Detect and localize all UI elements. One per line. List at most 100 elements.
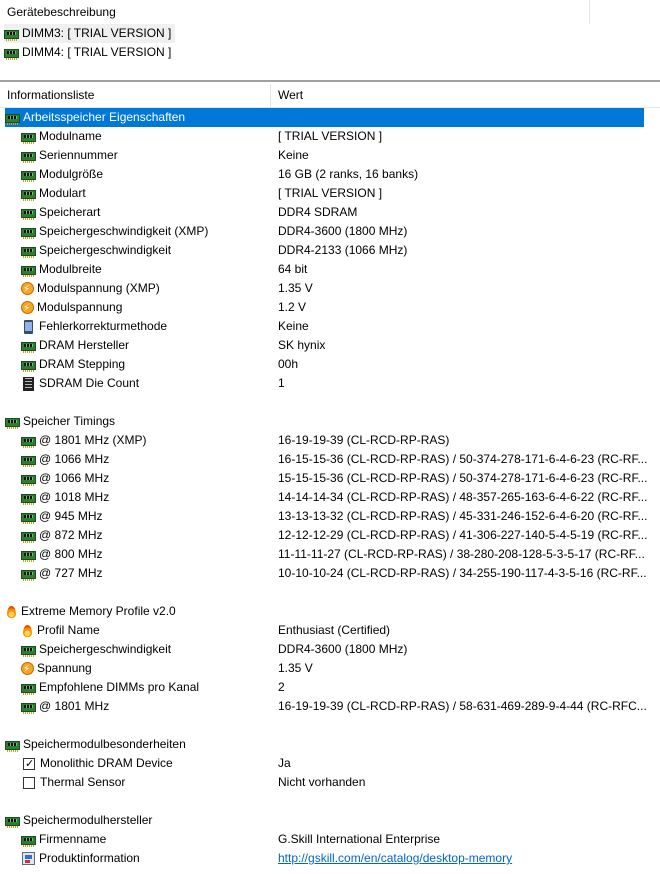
memory-module-icon [21,227,36,239]
device-item-dimm3[interactable]: DIMM3: [ TRIAL VERSION ] [4,24,176,43]
memory-module-icon [21,189,36,201]
memory-module-icon [21,645,36,657]
section-header[interactable]: Extreme Memory Profile v2.0 [0,602,660,621]
item-name: Modulgröße [39,167,104,181]
list-item[interactable]: Spannung 1.35 V [0,659,660,679]
list-item[interactable]: @ 1066 MHz 16-15-15-36 (CL-RCD-RP-RAS) / … [0,450,660,469]
list-item[interactable]: Modulname [ TRIAL VERSION ] [0,127,660,146]
item-name-cell: Modulart [21,184,86,203]
list-item[interactable]: Modulart [ TRIAL VERSION ] [0,184,660,203]
list-item[interactable]: Speichergeschwindigkeit DDR4-2133 (1066 M… [0,241,660,260]
panel-splitter[interactable] [0,80,660,82]
product-info-link[interactable]: http://gskill.com/en/catalog/desktop-mem… [278,849,660,868]
section-title: Speichermodulbesonderheiten [23,737,186,751]
list-item[interactable]: Fehlerkorrekturmethode Keine [0,317,660,336]
section-header[interactable]: Arbeitsspeicher Eigenschaften [0,108,660,127]
list-item[interactable]: @ 1801 MHz 16-19-19-39 (CL-RCD-RP-RAS) / … [0,697,660,716]
item-name: Empfohlene DIMMs pro Kanal [39,680,200,694]
ecc-icon [24,319,33,334]
list-item[interactable]: Speichergeschwindigkeit DDR4-3600 (1800 M… [0,640,660,659]
item-name-cell: Modulname [21,127,102,146]
list-item[interactable]: @ 727 MHz 10-10-10-24 (CL-RCD-RP-RAS) / 3… [0,564,660,583]
list-item[interactable]: @ 1018 MHz 14-14-14-34 (CL-RCD-RP-RAS) / … [0,488,660,507]
item-name-cell: Speichergeschwindigkeit [21,640,171,659]
section-header[interactable]: Speicher Timings [0,412,660,431]
flame-icon [21,624,34,638]
list-item[interactable]: @ 872 MHz 12-12-12-29 (CL-RCD-RP-RAS) / 4… [0,526,660,545]
item-value: 14-14-14-34 (CL-RCD-RP-RAS) / 48-357-265… [278,490,648,504]
item-name-cell: Modulbreite [21,260,102,279]
flame-icon [5,605,18,619]
item-name: Modulbreite [39,262,102,276]
item-name-cell: Firmenname [21,830,106,849]
item-name: Fehlerkorrekturmethode [39,319,168,333]
checkbox-checked-icon[interactable] [23,755,35,774]
memory-module-icon [5,113,20,125]
voltage-icon [21,280,34,299]
list-item[interactable]: Seriennummer Keine [0,146,660,165]
item-name: Speicherart [39,205,101,219]
list-item[interactable]: Monolithic DRAM Device Ja [0,754,660,774]
item-value: 12-12-12-29 (CL-RCD-RP-RAS) / 41-306-227… [278,528,648,542]
memory-module-icon [21,531,36,543]
item-name-cell: @ 1801 MHz [21,697,109,716]
checkbox-unchecked-icon[interactable] [23,776,35,789]
memory-module-icon [4,48,19,60]
list-item[interactable]: @ 800 MHz 11-11-11-27 (CL-RCD-RP-RAS) / 3… [0,545,660,564]
list-item[interactable]: DRAM Hersteller SK hynix [0,336,660,355]
item-name: Modulspannung [37,300,123,314]
list-item[interactable]: Speicherart DDR4 SDRAM [0,203,660,222]
section-header[interactable]: Speichermodulbesonderheiten [0,735,660,754]
item-value: 11-11-11-27 (CL-RCD-RP-RAS) / 38-280-208… [278,547,645,561]
item-name: Speichergeschwindigkeit [39,243,172,257]
item-name-cell: Speichergeschwindigkeit (XMP) [21,222,208,241]
device-description-panel: Gerätebeschreibung DIMM3: [ TRIAL VERSIO… [0,0,660,80]
section-name-cell: Extreme Memory Profile v2.0 [5,602,176,621]
list-item[interactable]: @ 1801 MHz (XMP) 16-19-19-39 (CL-RCD-RP-R… [0,431,660,450]
item-name-cell: DRAM Stepping [21,355,125,374]
memory-module-icon [21,512,36,524]
column-header-separator[interactable] [270,84,271,107]
section-name-cell: Speichermodulbesonderheiten [5,735,186,754]
column-header-value[interactable]: Wert [278,84,303,107]
item-name: @ 1018 MHz [39,490,110,504]
column-header-name[interactable]: Informationsliste [7,84,94,107]
item-name: Seriennummer [39,148,118,162]
list-item[interactable]: Produktinformation http://gskill.com/en/c… [0,849,660,868]
section-name-cell: Speichermodulhersteller [5,811,152,830]
item-name: @ 872 MHz [39,528,103,542]
item-name: @ 1066 MHz [39,452,110,466]
list-item[interactable]: SDRAM Die Count 1 [0,374,660,393]
item-name-cell: @ 1066 MHz [21,450,109,469]
list-item[interactable]: @ 1066 MHz 15-15-15-36 (CL-RCD-RP-RAS) / … [0,469,660,488]
list-item[interactable]: Modulspannung 1.2 V [0,298,660,318]
item-name: DRAM Stepping [39,357,126,371]
list-item[interactable]: Firmenname G.Skill International Enterpri… [0,830,660,849]
item-name: Speichergeschwindigkeit (XMP) [39,224,209,238]
item-name: @ 727 MHz [39,566,103,580]
memory-module-icon [21,208,36,220]
list-item[interactable]: @ 945 MHz 13-13-13-32 (CL-RCD-RP-RAS) / 4… [0,507,660,526]
item-name: Modulart [39,186,86,200]
item-name: @ 1066 MHz [39,471,110,485]
list-item[interactable]: Profil Name Enthusiast (Certified) [0,621,660,640]
list-item[interactable]: Speichergeschwindigkeit (XMP) DDR4-3600 (… [0,222,660,241]
item-name-cell: @ 727 MHz [21,564,103,583]
list-item[interactable]: DRAM Stepping 00h [0,355,660,374]
list-item[interactable]: Thermal Sensor Nicht vorhanden [0,773,660,792]
item-value: 16 GB (2 ranks, 16 banks) [278,167,419,181]
device-item-dimm4[interactable]: DIMM4: [ TRIAL VERSION ] [4,43,171,62]
voltage-icon [21,299,34,318]
list-item[interactable]: Modulgröße 16 GB (2 ranks, 16 banks) [0,165,660,184]
item-name-cell: Seriennummer [21,146,118,165]
list-item[interactable]: Modulbreite 64 bit [0,260,660,279]
section-header[interactable]: Speichermodulhersteller [0,811,660,830]
list-item[interactable]: Empfohlene DIMMs pro Kanal 2 [0,678,660,697]
item-name: @ 945 MHz [39,509,103,523]
list-item[interactable]: Modulspannung (XMP) 1.35 V [0,279,660,299]
item-name: SDRAM Die Count [39,376,140,390]
product-info-icon [22,852,35,865]
